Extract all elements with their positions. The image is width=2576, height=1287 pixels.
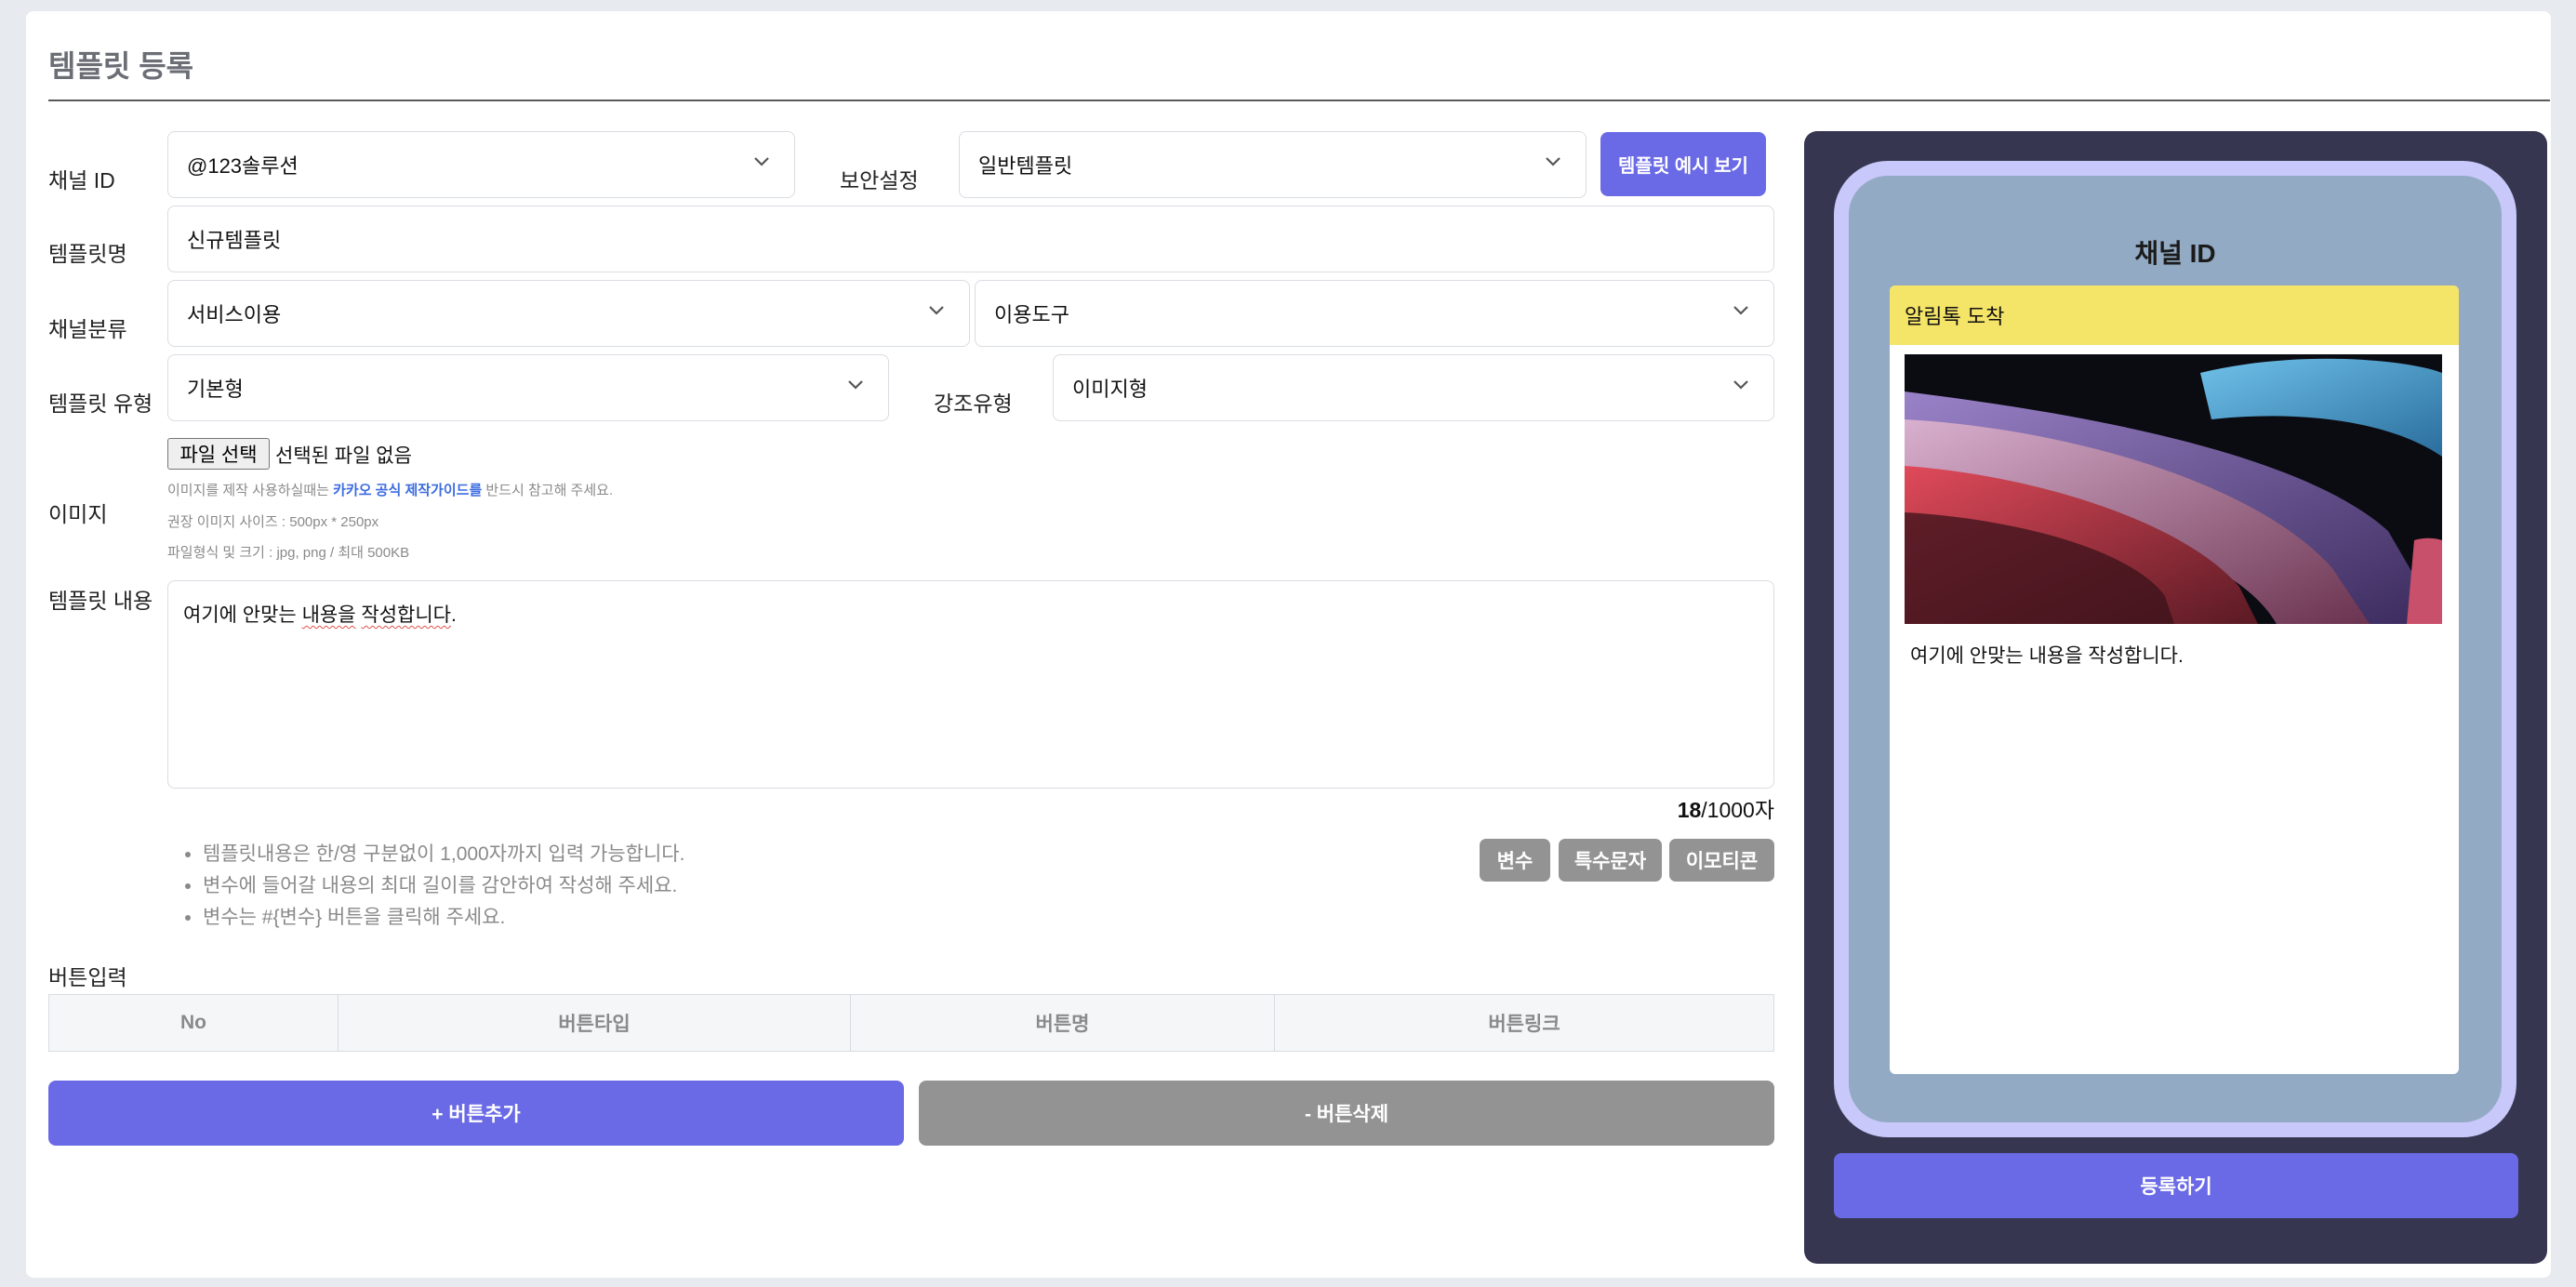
note-item: 변수는 #{변수} 버튼을 클릭해 주세요. [203,902,684,934]
preview-channel-title: 채널 ID [2134,239,2216,268]
button-table: No 버튼타입 버튼명 버튼링크 [48,994,1774,1052]
template-type-value: 기본형 [187,378,244,401]
category-value-primary: 서비스이용 [187,303,282,326]
image-format-hint: 파일형식 및 크기 : jpg, png / 최대 500KB [167,545,410,561]
note-item: 템플릿내용은 한/영 구분없이 1,000자까지 입력 가능합니다. [203,839,684,870]
message-header: 알림톡 도착 [1890,285,2459,345]
chevron-down-icon [1733,379,1748,394]
security-label: 보안설정 [840,168,919,192]
button-input-label: 버튼입력 [48,965,127,989]
title-divider [48,100,2550,101]
page-title: 템플릿 등록 [48,49,194,83]
chevron-down-icon [753,156,769,171]
category-value-secondary: 이용도구 [994,303,1069,326]
template-type-label: 템플릿 유형 [48,391,153,416]
chevron-down-icon [928,305,944,320]
image-size-hint: 권장 이미지 사이즈 : 500px * 250px [167,514,379,530]
file-select-button[interactable]: 파일 선택 [167,438,270,470]
image-label: 이미지 [48,502,108,526]
channel-id-value: @123솔루션 [187,154,299,178]
table-header-row: No 버튼타입 버튼명 버튼링크 [48,994,1774,1052]
message-image [1905,354,2442,624]
security-value: 일반템플릿 [978,154,1073,178]
char-count: 18 [1677,798,1702,822]
col-button-link: 버튼링크 [1274,994,1774,1052]
emoticon-button[interactable]: 이모티콘 [1669,839,1774,882]
chevron-down-icon [1545,156,1560,171]
add-button-button[interactable]: + 버튼추가 [48,1081,904,1146]
message-body: 여기에 안맞는 내용을 작성합니다. [1910,645,2184,667]
template-name-input[interactable]: 신규템플릿 [167,206,1774,272]
chevron-down-icon [847,379,863,394]
phone-mockup: 채널 ID 알림톡 도착 여기에 안맞는 내용을 작성합니다. [1834,161,2516,1137]
channel-id-label: 채널 ID [48,168,115,192]
emphasis-select[interactable]: 이미지형 [1053,354,1774,421]
delete-button-button[interactable]: - 버튼삭제 [919,1081,1774,1146]
emphasis-label: 강조유형 [934,391,1013,416]
kakao-guide-link[interactable]: 카카오 공식 제작가이드를 [333,483,482,498]
category-select-secondary[interactable]: 이용도구 [975,280,1774,347]
content-label: 템플릿 내용 [48,589,153,613]
image-guide-hint: 이미지를 제작 사용하실때는 카카오 공식 제작가이드를 반드시 참고해 주세요… [167,483,614,498]
message-card: 알림톡 도착 여기에 안맞는 내용을 작성합니다. [1890,285,2459,1074]
col-button-type: 버튼타입 [338,994,851,1052]
template-preview-button[interactable]: 템플릿 예시 보기 [1600,132,1766,196]
template-content-textarea[interactable]: 여기에 안맞는 내용을 작성합니다. [167,580,1774,789]
char-counter: 18/1000자 [1677,798,1774,822]
category-label: 채널분류 [48,317,127,341]
chevron-down-icon [1733,305,1748,320]
category-select-primary[interactable]: 서비스이용 [167,280,970,347]
register-button[interactable]: 등록하기 [1834,1153,2518,1218]
template-name-label: 템플릿명 [48,242,127,266]
file-status: 선택된 파일 없음 [275,445,412,467]
content-notes: 템플릿내용은 한/영 구분없이 1,000자까지 입력 가능합니다. 변수에 들… [175,839,684,934]
channel-id-select[interactable]: @123솔루션 [167,131,795,198]
col-no: No [48,994,339,1052]
security-select[interactable]: 일반템플릿 [959,131,1587,198]
template-name-value: 신규템플릿 [187,229,282,252]
template-type-select[interactable]: 기본형 [167,354,889,421]
note-item: 변수에 들어갈 내용의 최대 길이를 감안하여 작성해 주세요. [203,870,684,902]
emphasis-value: 이미지형 [1072,378,1148,401]
col-button-name: 버튼명 [850,994,1275,1052]
special-char-button[interactable]: 특수문자 [1559,839,1662,882]
variable-button[interactable]: 변수 [1480,839,1550,882]
